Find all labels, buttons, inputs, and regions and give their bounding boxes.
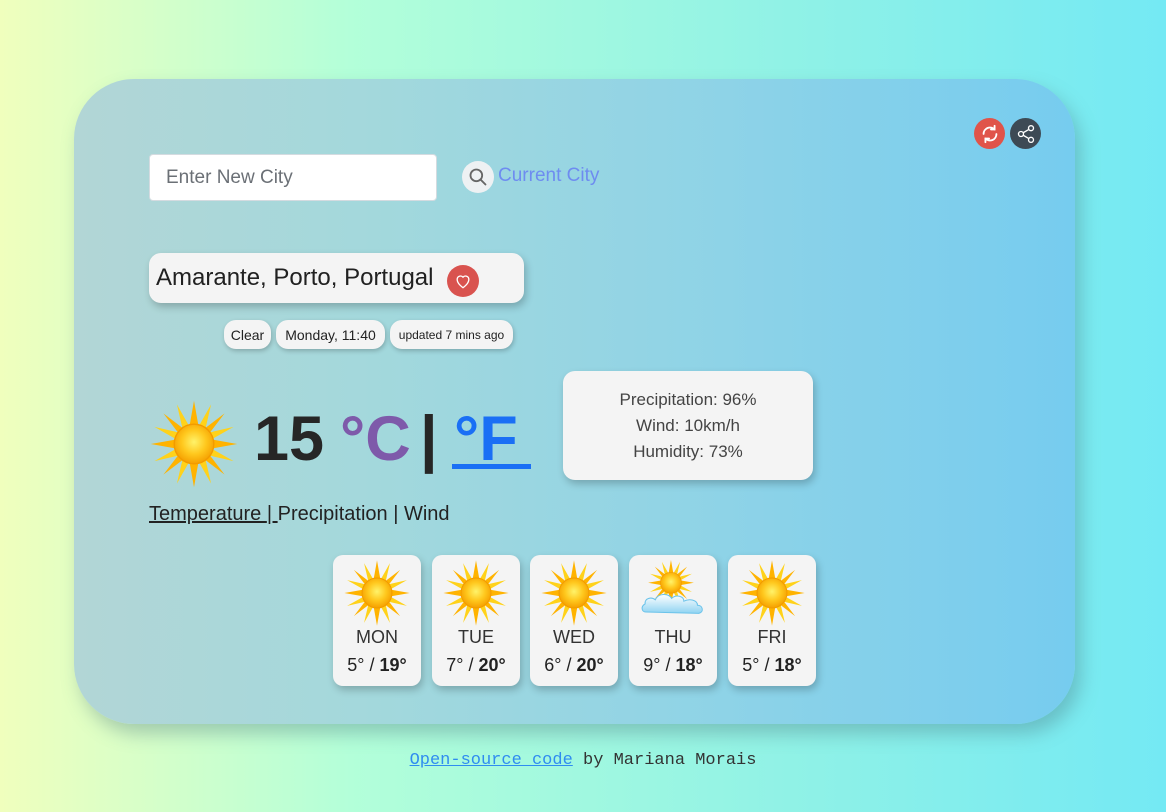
tab-separator: |	[387, 503, 404, 525]
sun-icon	[442, 559, 510, 627]
forecast-range: 5° / 18°	[742, 655, 802, 675]
forecast-day: WED	[553, 627, 595, 647]
forecast-day: THU	[654, 627, 692, 647]
chart-tabs: Temperature | Precipitation | Wind	[149, 503, 450, 526]
tab-precipitation[interactable]: Precipitation	[278, 503, 388, 525]
search-icon[interactable]	[462, 161, 494, 193]
forecast-card: FRI 5° / 18°	[728, 555, 816, 686]
condition-badge: Clear	[224, 320, 271, 349]
sun-icon	[149, 399, 239, 489]
city-search-input[interactable]	[149, 154, 437, 201]
unit-separator: |	[420, 404, 438, 474]
forecast-day: FRI	[757, 627, 787, 647]
fahrenheit-toggle[interactable]: °F	[452, 401, 531, 474]
forecast-day: TUE	[458, 627, 494, 647]
heart-icon[interactable]	[447, 265, 479, 297]
weather-card: Current City Amarante, Porto, Portugal C…	[74, 79, 1075, 724]
forecast-range: 6° / 20°	[544, 655, 604, 675]
precipitation-value: Precipitation: 96%	[619, 389, 757, 409]
city-name: Amarante, Porto, Portugal	[156, 264, 434, 291]
refresh-icon[interactable]	[974, 118, 1005, 149]
current-temperature: 15	[254, 404, 325, 474]
sun-icon	[540, 559, 608, 627]
forecast-range: 7° / 20°	[446, 655, 506, 675]
forecast-range: 9° / 18°	[643, 655, 703, 675]
updated-badge: updated 7 mins ago	[390, 320, 513, 349]
forecast-day: MON	[356, 627, 398, 647]
celsius-toggle[interactable]: °C	[340, 401, 411, 477]
tab-wind[interactable]: Wind	[404, 503, 450, 525]
forecast-range: 5° / 19°	[347, 655, 407, 675]
footer-author: by Mariana Morais	[572, 751, 757, 770]
forecast-card: TUE 7° / 20°	[432, 555, 520, 686]
wind-value: Wind: 10km/h	[636, 415, 740, 435]
forecast-card: WED 6° / 20°	[530, 555, 618, 686]
humidity-value: Humidity: 73%	[633, 441, 743, 461]
share-icon[interactable]	[1010, 118, 1041, 149]
forecast-card: MON 5° / 19°	[333, 555, 421, 686]
current-city-link[interactable]: Current City	[498, 165, 599, 187]
weather-details-box: Precipitation: 96% Wind: 10km/h Humidity…	[563, 371, 813, 480]
source-code-link[interactable]: Open-source code	[410, 751, 573, 770]
datetime-badge: Monday, 11:40	[276, 320, 385, 349]
sun-icon	[738, 559, 806, 627]
tab-temperature[interactable]: Temperature |	[149, 503, 278, 525]
sun-behind-cloud-icon	[635, 559, 711, 627]
forecast-card: THU 9° / 18°	[629, 555, 717, 686]
location-box: Amarante, Porto, Portugal	[149, 253, 524, 303]
footer: Open-source code by Mariana Morais	[0, 751, 1166, 770]
sun-icon	[343, 559, 411, 627]
